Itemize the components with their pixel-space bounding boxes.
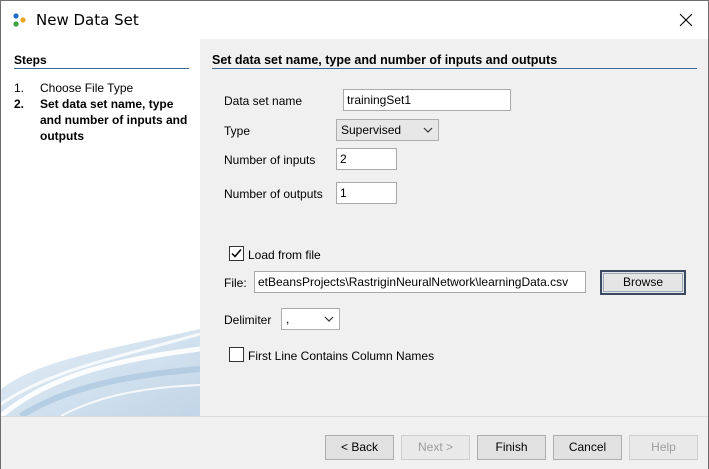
chevron-down-icon [324, 316, 334, 322]
finish-button[interactable]: Finish [477, 435, 546, 460]
step-number: 2. [14, 97, 25, 111]
delimiter-select-value: , [286, 312, 290, 326]
cancel-button[interactable]: Cancel [553, 435, 622, 460]
app-icon [13, 13, 26, 27]
outputs-field[interactable]: 1 [336, 182, 397, 204]
steps-panel: Steps 1. Choose File Type 2. Set data se… [1, 39, 200, 416]
step-label: Set data set name, type and number of in… [40, 97, 188, 143]
first-line-column-names-checkbox[interactable] [229, 347, 244, 362]
delimiter-label: Delimiter [224, 313, 272, 327]
load-from-file-label: Load from file [248, 248, 321, 262]
type-select[interactable]: Supervised [336, 119, 439, 141]
steps-divider [14, 68, 189, 69]
window-title: New Data Set [36, 11, 139, 29]
dataset-name-label: Data set name [224, 94, 303, 108]
title-bar: New Data Set [1, 1, 708, 39]
back-button[interactable]: < Back [325, 435, 394, 460]
type-label: Type [224, 124, 251, 138]
file-path-field[interactable]: etBeansProjects\RastriginNeuralNetwork\l… [254, 271, 586, 293]
panel-divider [212, 68, 697, 69]
close-button[interactable] [669, 7, 703, 33]
decorative-swoosh-image [1, 329, 200, 416]
help-button[interactable]: Help [629, 435, 698, 460]
step-number: 1. [14, 81, 25, 95]
checkmark-icon [231, 249, 242, 258]
inputs-label: Number of inputs [224, 153, 316, 167]
steps-title: Steps [14, 53, 47, 67]
chevron-down-icon [423, 127, 433, 133]
inputs-field[interactable]: 2 [336, 148, 397, 170]
next-button[interactable]: Next > [401, 435, 470, 460]
delimiter-select[interactable]: , [281, 308, 340, 330]
dialog-content: Steps 1. Choose File Type 2. Set data se… [1, 39, 708, 416]
outputs-label: Number of outputs [224, 187, 323, 201]
load-from-file-checkbox[interactable] [229, 246, 244, 261]
close-icon [679, 13, 693, 27]
first-line-column-names-label: First Line Contains Column Names [248, 349, 435, 363]
new-data-set-dialog: New Data Set Steps 1. Choose File Type 2… [0, 0, 709, 469]
type-select-value: Supervised [341, 123, 402, 137]
step-label: Choose File Type [40, 81, 134, 95]
file-path-value: etBeansProjects\RastriginNeuralNetwork\l… [258, 275, 569, 289]
dataset-name-field[interactable]: trainingSet1 [343, 89, 511, 111]
browse-button[interactable]: Browse [600, 270, 686, 295]
panel-title: Set data set name, type and number of in… [212, 53, 558, 67]
dialog-footer: < Back Next > Finish Cancel Help [1, 416, 708, 469]
file-label: File: [224, 276, 247, 290]
